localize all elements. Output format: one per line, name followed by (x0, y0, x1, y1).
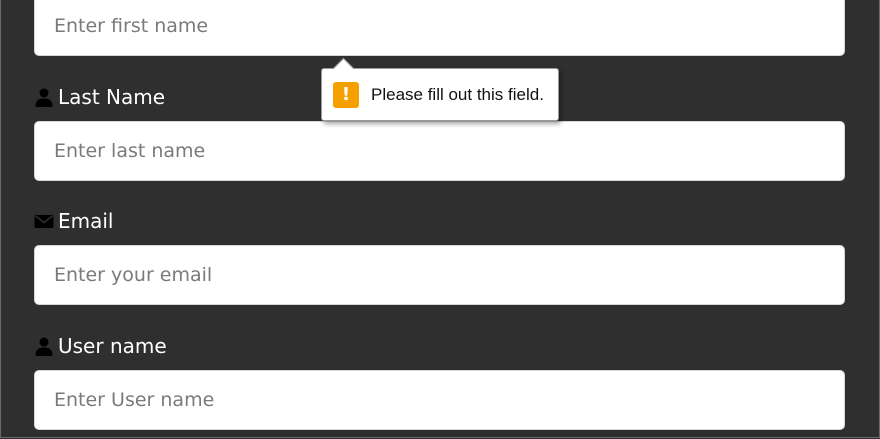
user-icon (34, 87, 54, 107)
username-label: User name (34, 333, 167, 359)
tooltip-arrow (332, 57, 355, 80)
form-container: Last Name Email User name ! Please fill … (0, 0, 880, 438)
username-label-text: User name (58, 334, 167, 358)
envelope-icon (34, 211, 54, 231)
tooltip-message: Please fill out this field. (371, 84, 544, 104)
email-input[interactable] (34, 245, 845, 305)
last-name-label: Last Name (34, 84, 165, 110)
user-icon (34, 336, 54, 356)
last-name-input[interactable] (34, 121, 845, 181)
first-name-input[interactable] (34, 0, 845, 56)
email-label: Email (34, 208, 114, 234)
username-input[interactable] (34, 370, 845, 430)
last-name-label-text: Last Name (58, 85, 166, 109)
warning-icon: ! (333, 81, 359, 108)
validation-tooltip: ! Please fill out this field. (321, 57, 559, 121)
email-label-text: Email (58, 209, 114, 233)
